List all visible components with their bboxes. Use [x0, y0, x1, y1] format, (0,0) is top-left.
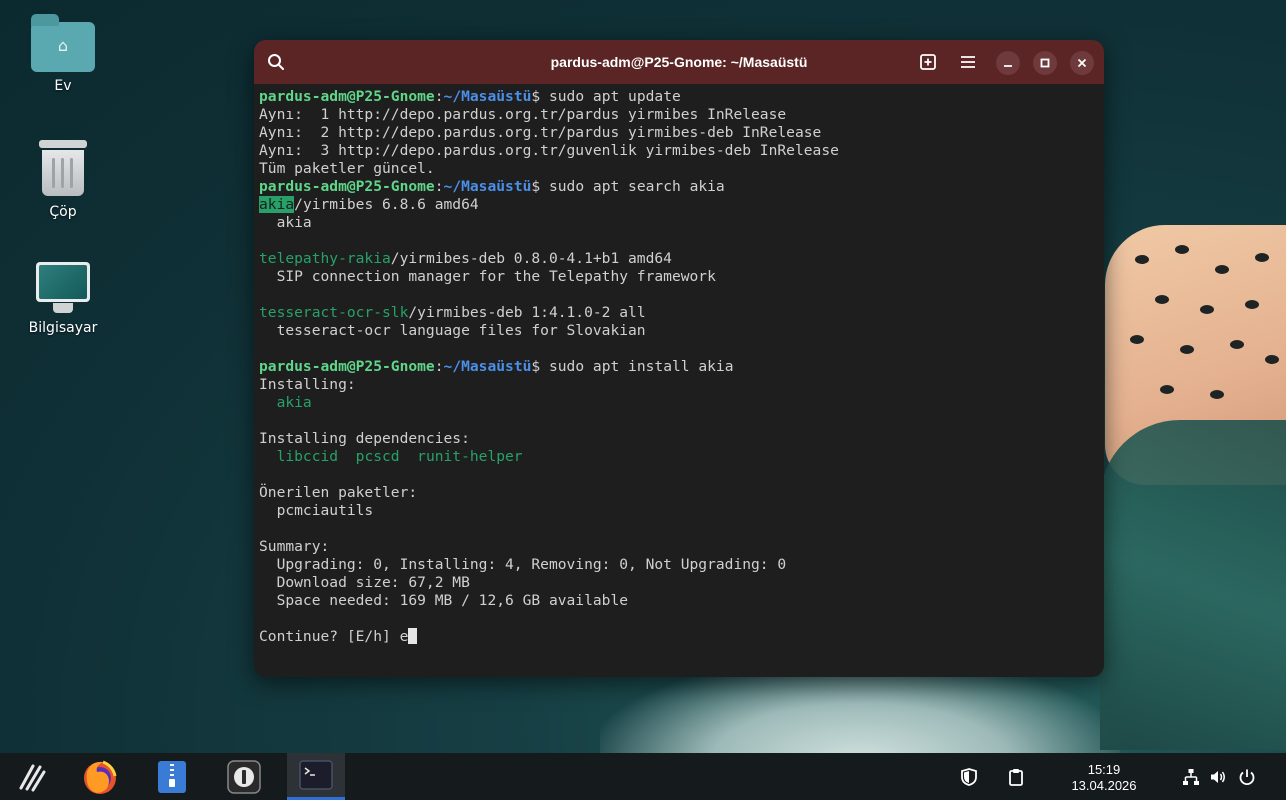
taskbar-app-terminal[interactable] [287, 753, 345, 800]
shield-icon [961, 768, 977, 786]
terminal-line: Installing dependencies: [259, 430, 470, 447]
terminal-line: Download size: 67,2 MB [259, 574, 470, 591]
tray-security-button[interactable] [959, 767, 979, 787]
taskbar-app-passwords[interactable] [215, 753, 273, 800]
desktop-icon-label: Çöp [49, 204, 77, 220]
terminal-line: SIP connection manager for the Telepathy… [259, 268, 716, 285]
hamburger-menu-icon [961, 56, 975, 68]
taskbar-app-files[interactable] [143, 753, 201, 800]
text-cursor [408, 628, 418, 644]
clock-time: 15:19 [1087, 762, 1121, 777]
terminal-line: akia [259, 214, 312, 231]
taskbar: 15:19 13.04.2026 [0, 753, 1286, 800]
power-icon [1239, 769, 1255, 786]
new-tab-button[interactable] [917, 51, 939, 73]
terminal-line: pardus-adm@P25-Gnome:~/Masaüstü$ sudo ap… [259, 178, 725, 195]
terminal-line: akia [276, 394, 312, 411]
clipboard-icon [1009, 769, 1023, 786]
terminal-line: telepathy-rakia/yirmibes-deb 0.8.0-4.1+b… [259, 250, 672, 267]
volume-icon [1211, 771, 1225, 783]
terminal-titlebar[interactable]: pardus-adm@P25-Gnome: ~/Masaüstü [254, 40, 1104, 84]
firefox-icon [84, 760, 117, 794]
clock-date: 13.04.2026 [1071, 778, 1137, 793]
terminal-window[interactable]: pardus-adm@P25-Gnome: ~/Masaüstü pardus-… [254, 40, 1104, 677]
terminal-line: Önerilen paketler: [259, 484, 418, 501]
terminal-line: Aynı: 1 http://depo.pardus.org.tr/pardus… [259, 106, 787, 123]
terminal-line: Summary: [259, 538, 330, 555]
menu-button[interactable] [957, 51, 979, 73]
close-icon [1077, 58, 1087, 68]
desktop-icon-home[interactable]: ⌂ Ev [15, 14, 111, 94]
trash-icon [39, 140, 87, 198]
terminal-output[interactable]: pardus-adm@P25-Gnome:~/Masaüstü$ sudo ap… [254, 84, 1104, 650]
minimize-button[interactable] [996, 51, 1020, 75]
terminal-line: Space needed: 169 MB / 12,6 GB available [259, 592, 629, 609]
terminal-line: pcmciautils [259, 502, 374, 519]
pardus-menu-icon [19, 764, 46, 791]
desktop-icon-label: Ev [54, 78, 72, 94]
close-button[interactable] [1070, 51, 1094, 75]
terminal-input-line[interactable]: Continue? [E/h] e [259, 628, 1099, 646]
tray-network-button[interactable] [1181, 767, 1201, 787]
desktop-icon-trash[interactable]: Çöp [15, 140, 111, 220]
terminal-line: pardus-adm@P25-Gnome:~/Masaüstü$ sudo ap… [259, 358, 734, 375]
home-folder-icon: ⌂ [31, 14, 95, 72]
new-tab-icon [920, 54, 936, 70]
desktop-icon-label: Bilgisayar [28, 320, 98, 336]
terminal-line: Aynı: 3 http://depo.pardus.org.tr/guvenl… [259, 142, 839, 159]
wallpaper-fern [1100, 420, 1286, 750]
terminal-line: pardus-adm@P25-Gnome:~/Masaüstü$ sudo ap… [259, 88, 681, 105]
maximize-button[interactable] [1033, 51, 1057, 75]
password-manager-icon [227, 759, 261, 794]
desktop-icon-computer[interactable]: Bilgisayar [15, 262, 111, 336]
minimize-icon [1004, 65, 1012, 67]
tray-clipboard-button[interactable] [1006, 767, 1026, 787]
terminal-line: Tüm paketler güncel. [259, 160, 435, 177]
tray-power-button[interactable] [1237, 767, 1257, 787]
file-manager-icon [158, 760, 186, 793]
app-menu-button[interactable] [3, 753, 61, 800]
computer-icon [36, 262, 90, 314]
terminal-line: Upgrading: 0, Installing: 4, Removing: 0… [259, 556, 787, 573]
network-icon [1183, 769, 1199, 785]
terminal-line: akia/yirmibes 6.8.6 amd64 [259, 196, 479, 213]
tray-volume-button[interactable] [1208, 767, 1228, 787]
maximize-icon [1040, 58, 1050, 68]
terminal-line: Installing: [259, 376, 356, 393]
terminal-line: Aynı: 2 http://depo.pardus.org.tr/pardus… [259, 124, 822, 141]
taskbar-app-firefox[interactable] [71, 753, 129, 800]
clock[interactable]: 15:19 13.04.2026 [1062, 762, 1146, 794]
terminal-icon [299, 760, 333, 790]
terminal-line: libccid pcscd runit-helper [276, 448, 523, 465]
terminal-line: tesseract-ocr language files for Slovaki… [259, 322, 646, 339]
terminal-line: tesseract-ocr-slk/yirmibes-deb 1:4.1.0-2… [259, 304, 646, 321]
